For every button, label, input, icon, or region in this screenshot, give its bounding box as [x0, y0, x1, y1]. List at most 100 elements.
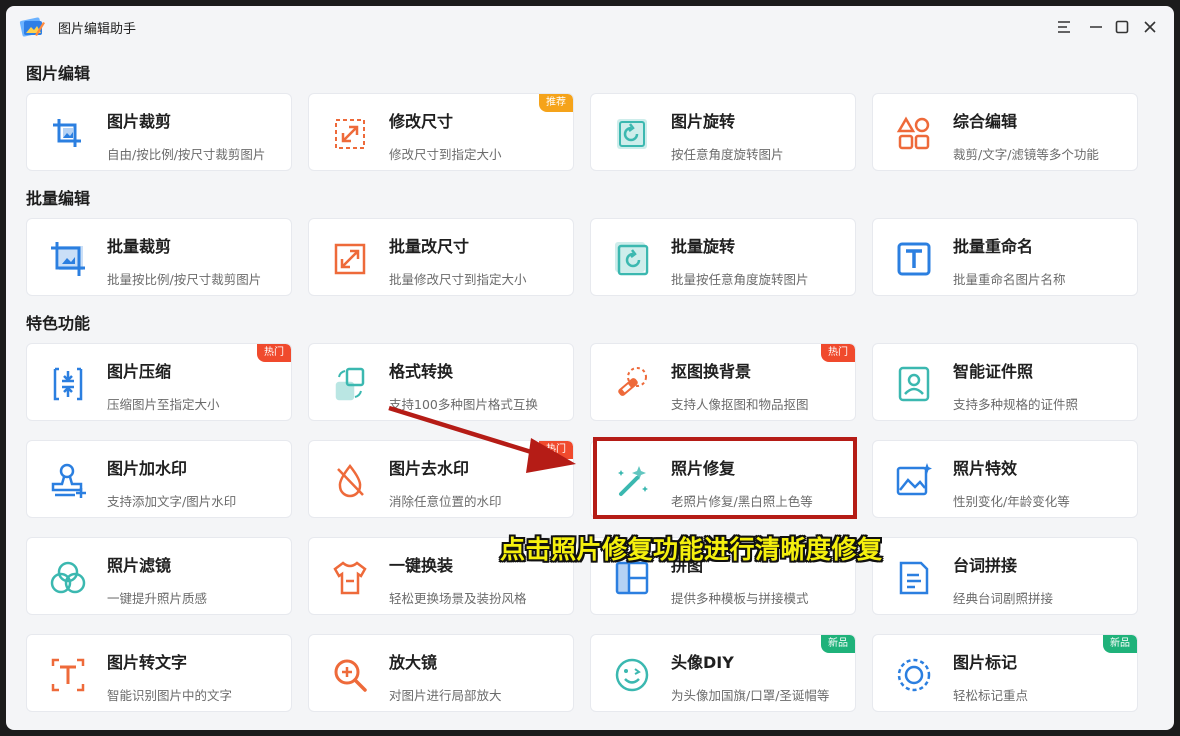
batch-resize-icon: [327, 236, 373, 282]
tool-card-desc: 批量重命名图片名称: [953, 272, 1066, 287]
tool-card-desc: 老照片修复/黑白照上色等: [671, 494, 813, 509]
tool-card-title: 头像DIY: [671, 653, 734, 672]
cutout-icon: [609, 361, 655, 407]
tool-card-desc: 性别变化/年龄变化等: [953, 494, 1070, 509]
ocr-icon: [45, 652, 91, 698]
tool-card-badge: 热门: [257, 344, 291, 362]
tool-card-desc: 修改尺寸到指定大小: [389, 147, 502, 162]
tool-card-desc: 轻松更换场景及装扮风格: [389, 591, 527, 606]
crop-icon: [45, 111, 91, 157]
tool-card-compress[interactable]: 图片压缩 压缩图片至指定大小 热门: [26, 343, 292, 421]
tool-card-desc: 按任意角度旋转图片: [671, 147, 784, 162]
tool-card-magnifier[interactable]: 放大镜对图片进行局部放大: [308, 634, 574, 712]
tool-card-desc: 智能识别图片中的文字: [107, 688, 233, 703]
tool-card-badge: 新品: [821, 635, 855, 653]
tool-card-desc: 经典台词剧照拼接: [953, 591, 1054, 606]
tool-card-desc: 批量修改尺寸到指定大小: [389, 272, 527, 287]
annotation-caption: 点击照片修复功能进行清晰度修复: [500, 535, 883, 564]
tool-card-title: 图片压缩: [107, 362, 172, 381]
tool-card-ocr[interactable]: 图片转文字智能识别图片中的文字: [26, 634, 292, 712]
app-title: 图片编辑助手: [58, 22, 137, 37]
tool-card-desc: 支持多种规格的证件照: [953, 397, 1079, 412]
maximize-icon: [1115, 20, 1129, 34]
close-button[interactable]: [1138, 15, 1162, 39]
tool-card-title: 图片转文字: [107, 653, 188, 672]
tool-card-desc: 为头像加国旗/口罩/圣诞帽等: [671, 688, 830, 703]
watermark-icon: [45, 458, 91, 504]
tool-card-avatar[interactable]: 头像DIY 为头像加国旗/口罩/圣诞帽等 新品: [590, 634, 856, 712]
tool-card-title: 批量裁剪: [107, 237, 172, 256]
tool-card-badge: 热门: [539, 441, 573, 459]
tool-card-resize[interactable]: 修改尺寸修改尺寸到指定大小 推荐: [308, 93, 574, 171]
tool-card-batch-crop[interactable]: 批量裁剪批量按比例/按尺寸裁剪图片: [26, 218, 292, 296]
tool-card-shapes[interactable]: 综合编辑 裁剪/文字/滤镜等多个功能: [872, 93, 1138, 171]
compress-icon: [45, 361, 91, 407]
tool-card-convert[interactable]: 格式转换支持100多种图片格式互换: [308, 343, 574, 421]
batch-crop-icon: [45, 236, 91, 282]
tool-card-title: 图片标记: [953, 653, 1018, 672]
tool-card-remove-watermark[interactable]: 图片去水印 消除任意位置的水印 热门: [308, 440, 574, 518]
app-window: 图片编辑助手 图片编辑 批量编辑 特色功能 图片裁剪 自由/按比例/按尺寸裁剪图片…: [6, 6, 1174, 730]
tool-card-watermark[interactable]: 图片加水印 支持添加文字/图片水印: [26, 440, 292, 518]
tool-card-batch-resize[interactable]: 批量改尺寸批量修改尺寸到指定大小: [308, 218, 574, 296]
tool-card-title: 台词拼接: [953, 556, 1018, 575]
tool-card-photo-effect[interactable]: 照片特效性别变化/年龄变化等: [872, 440, 1138, 518]
tool-card-title: 综合编辑: [953, 112, 1018, 131]
tool-card-title: 批量旋转: [671, 237, 736, 256]
tool-card-id-photo[interactable]: 智能证件照 支持多种规格的证件照: [872, 343, 1138, 421]
tool-card-marker[interactable]: 图片标记轻松标记重点 新品: [872, 634, 1138, 712]
tool-card-caption-join[interactable]: 台词拼接经典台词剧照拼接: [872, 537, 1138, 615]
tool-card-desc: 对图片进行局部放大: [389, 688, 502, 703]
tool-card-desc: 支持人像抠图和物品抠图: [671, 397, 809, 412]
remove-watermark-icon: [327, 458, 373, 504]
menu-icon: [1058, 21, 1070, 33]
tool-card-desc: 批量按任意角度旋转图片: [671, 272, 809, 287]
tool-card-filter[interactable]: 照片滤镜一键提升照片质感: [26, 537, 292, 615]
outfit-icon: [327, 555, 373, 601]
tool-card-badge: 新品: [1103, 635, 1137, 653]
maximize-button[interactable]: [1110, 15, 1134, 39]
tool-card-rename[interactable]: 批量重命名批量重命名图片名称: [872, 218, 1138, 296]
magic-wand-icon: [609, 458, 655, 504]
tool-card-badge: 推荐: [539, 94, 573, 112]
tool-card-desc: 支持100多种图片格式互换: [389, 397, 538, 412]
tool-card-rotate[interactable]: 图片旋转 按任意角度旋转图片: [590, 93, 856, 171]
batch-rotate-icon: [609, 236, 655, 282]
minimize-icon: [1090, 26, 1102, 28]
close-icon: [1144, 21, 1156, 33]
tool-card-title: 批量改尺寸: [389, 237, 470, 256]
marker-icon: [891, 652, 937, 698]
title-bar: 图片编辑助手: [6, 6, 1174, 48]
tool-card-desc: 批量按比例/按尺寸裁剪图片: [107, 272, 262, 287]
convert-icon: [327, 361, 373, 407]
id-photo-icon: [891, 361, 937, 407]
tool-card-magic-wand[interactable]: 照片修复 老照片修复/黑白照上色等: [590, 440, 856, 518]
tool-card-badge: 热门: [821, 344, 855, 362]
avatar-icon: [609, 652, 655, 698]
app-logo-icon: [18, 14, 46, 40]
rotate-icon: [609, 111, 655, 157]
tool-card-title: 照片滤镜: [107, 556, 172, 575]
tool-card-title: 抠图换背景: [671, 362, 752, 381]
rename-icon: [891, 236, 937, 282]
tool-card-batch-rotate[interactable]: 批量旋转批量按任意角度旋转图片: [590, 218, 856, 296]
filter-icon: [45, 555, 91, 601]
minimize-button[interactable]: [1084, 15, 1108, 39]
menu-button[interactable]: [1052, 15, 1076, 39]
tool-card-title: 照片特效: [953, 459, 1018, 478]
tool-card-title: 放大镜: [389, 653, 438, 672]
tool-card-title: 格式转换: [389, 362, 454, 381]
tool-card-desc: 轻松标记重点: [953, 688, 1029, 703]
tool-card-crop[interactable]: 图片裁剪自由/按比例/按尺寸裁剪图片: [26, 93, 292, 171]
tool-card-cutout[interactable]: 抠图换背景支持人像抠图和物品抠图 热门: [590, 343, 856, 421]
tool-card-title: 图片加水印: [107, 459, 188, 478]
tool-card-desc: 自由/按比例/按尺寸裁剪图片: [107, 147, 266, 162]
tool-card-title: 图片裁剪: [107, 112, 172, 131]
tool-card-title: 批量重命名: [953, 237, 1034, 256]
tool-card-desc: 一键提升照片质感: [107, 591, 208, 606]
tool-card-title: 修改尺寸: [389, 112, 454, 131]
magnifier-icon: [327, 652, 373, 698]
tool-card-title: 一键换装: [389, 556, 454, 575]
section-title-batch-edit: 批量编辑: [26, 189, 91, 208]
caption-join-icon: [891, 555, 937, 601]
